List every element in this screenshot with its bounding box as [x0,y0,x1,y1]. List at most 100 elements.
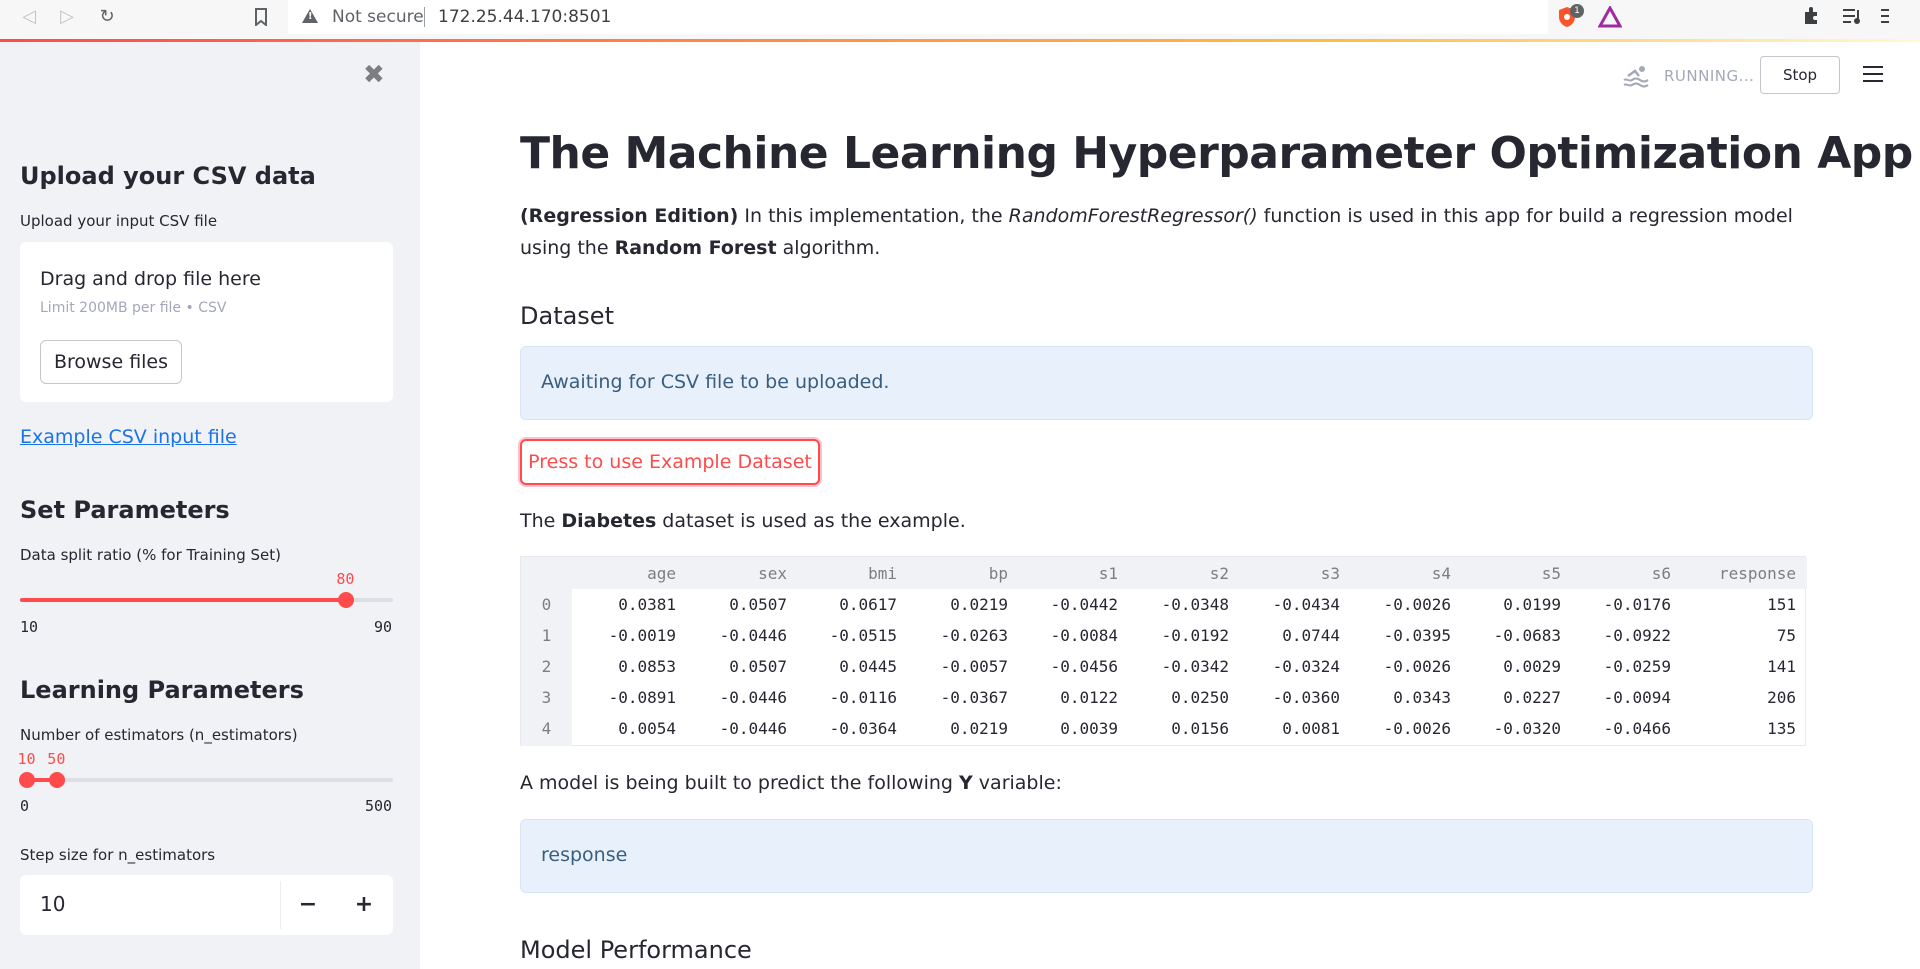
table-cell: 0.0156 [1171,719,1229,738]
step-size-input[interactable]: 10 [40,892,65,916]
swimmer-icon [1623,66,1649,88]
table-column-header[interactable]: bp [884,564,1008,583]
table-column-header[interactable]: s3 [1216,564,1340,583]
table-cell: 0.0250 [1171,688,1229,707]
hamburger-icon[interactable] [1863,66,1883,84]
y-variable-value: response [541,844,628,866]
table-cell: -0.0026 [1383,657,1451,676]
increment-button[interactable]: + [336,875,392,935]
dataframe-table: age sex bmi bp s1 s2 s3 s4 s5 s6 response 0 0.0381 0.… [520,556,1807,746]
playlist-icon[interactable] [1842,6,1864,28]
table-cell: 0.0219 [950,719,1008,738]
bookmark-icon[interactable] [248,4,274,30]
brave-shield-icon[interactable]: 1 [1556,4,1584,28]
estimators-label: Number of estimators (n_estimators) [20,726,298,744]
diabetes-text: The Diabetes dataset is used as the exam… [520,510,966,532]
table-cell: -0.0446 [719,719,787,738]
url-text[interactable]: 172.25.44.170:8501 [438,7,611,27]
step-size-label: Step size for n_estimators [20,846,216,864]
table-cell: -0.0176 [1603,595,1671,614]
step-size-stepper[interactable]: 10 − + [20,875,393,935]
table-cell: -0.0026 [1383,719,1451,738]
table-cell: -0.0360 [1272,688,1340,707]
dropzone-title: Drag and drop file here [40,268,261,290]
table-cell: 0.0507 [729,657,787,676]
estimators-slider-min: 0 [20,797,30,815]
table-cell: 0.0219 [950,595,1008,614]
table-cell: -0.0922 [1603,626,1671,645]
split-ratio-slider[interactable] [20,592,393,608]
table-cell: 141 [1767,657,1796,676]
intro-italic: RandomForestRegressor() [1008,205,1258,227]
estimators-low-thumb[interactable] [19,772,36,788]
table-cell: -0.0094 [1603,688,1671,707]
table-cell: 0.0199 [1503,595,1561,614]
brave-badge: 1 [1570,4,1584,18]
intro-paragraph: (Regression Edition) In this implementat… [520,200,1820,264]
intro-bold-2: Random Forest [614,237,777,259]
estimators-range-slider[interactable] [19,772,393,788]
use-example-button[interactable]: Press to use Example Dataset [520,439,820,485]
estimators-high-thumb[interactable] [49,772,66,788]
table-cell: -0.0084 [1050,626,1118,645]
page-title: The Machine Learning Hyperparameter Opti… [520,128,1913,179]
arrow-right-icon[interactable]: ▷ [54,4,80,30]
intro-bold: (Regression Edition) [520,205,739,227]
table-cell: 0.0029 [1503,657,1561,676]
table-column-header[interactable]: s6 [1547,564,1671,583]
table-cell: 151 [1767,595,1796,614]
y-post: variable: [972,772,1062,794]
table-cell: 0.0227 [1503,688,1561,707]
table-cell: -0.0395 [1383,626,1451,645]
awaiting-text: Awaiting for CSV file to be uploaded. [541,371,890,393]
y-bold: Y [959,772,973,794]
browser-toolbar: ◁ ▷ ↻ Not secure 172.25.44.170:8501 1 [0,0,1920,40]
close-icon[interactable]: ✖ [363,60,385,90]
stop-button[interactable]: Stop [1760,56,1840,94]
puzzle-icon[interactable] [1802,6,1824,28]
table-column-header[interactable]: s5 [1437,564,1561,583]
brave-rewards-icon[interactable] [1597,4,1623,28]
table-column-header[interactable]: age [552,564,676,583]
decrement-button[interactable]: − [280,875,336,935]
table-cell: 0.0122 [1060,688,1118,707]
estimators-high-value: 50 [47,750,66,768]
split-ratio-label: Data split ratio (% for Training Set) [20,546,281,564]
split-slider-fill [20,598,347,602]
table-cell: -0.0057 [940,657,1008,676]
intro-text-1: In this implementation, the [738,205,1009,227]
split-slider-thumb[interactable] [338,592,355,608]
table-cell: -0.0891 [608,688,676,707]
diabetes-pre: The [520,510,562,532]
model-performance-heading: Model Performance [520,936,752,964]
table-cell: 0.0081 [1282,719,1340,738]
browse-files-button[interactable]: Browse files [40,340,182,384]
reload-icon[interactable]: ↻ [94,4,120,30]
table-cell: -0.0456 [1050,657,1118,676]
split-slider-value: 80 [336,570,355,588]
table-cell: 0.0343 [1393,688,1451,707]
table-column-header[interactable]: s4 [1327,564,1451,583]
split-slider-min: 10 [20,618,39,636]
address-bar[interactable]: Not secure 172.25.44.170:8501 [288,0,1548,34]
table-cell: 0.0744 [1282,626,1340,645]
table-cell: -0.0515 [829,626,897,645]
arrow-left-icon[interactable]: ◁ [16,4,42,30]
learning-heading: Learning Parameters [20,676,304,704]
params-heading: Set Parameters [20,496,230,524]
dataset-heading: Dataset [520,302,614,330]
warning-icon [302,9,318,23]
kebab-menu-icon[interactable] [1880,6,1902,28]
table-column-header[interactable]: s2 [1105,564,1229,583]
table-cell: -0.0263 [940,626,1008,645]
table-column-header[interactable]: sex [663,564,787,583]
running-status: RUNNING... [1622,64,1754,88]
file-dropzone[interactable]: Drag and drop file here Limit 200MB per … [20,242,393,402]
table-column-header[interactable]: response [1672,564,1796,583]
table-column-header[interactable]: s1 [994,564,1118,583]
table-cell: -0.0434 [1272,595,1340,614]
sidebar: ✖ Upload your CSV data Upload your input… [0,42,420,969]
example-csv-link[interactable]: Example CSV input file [20,426,237,448]
split-slider-max: 90 [374,618,393,636]
table-column-header[interactable]: bmi [773,564,897,583]
